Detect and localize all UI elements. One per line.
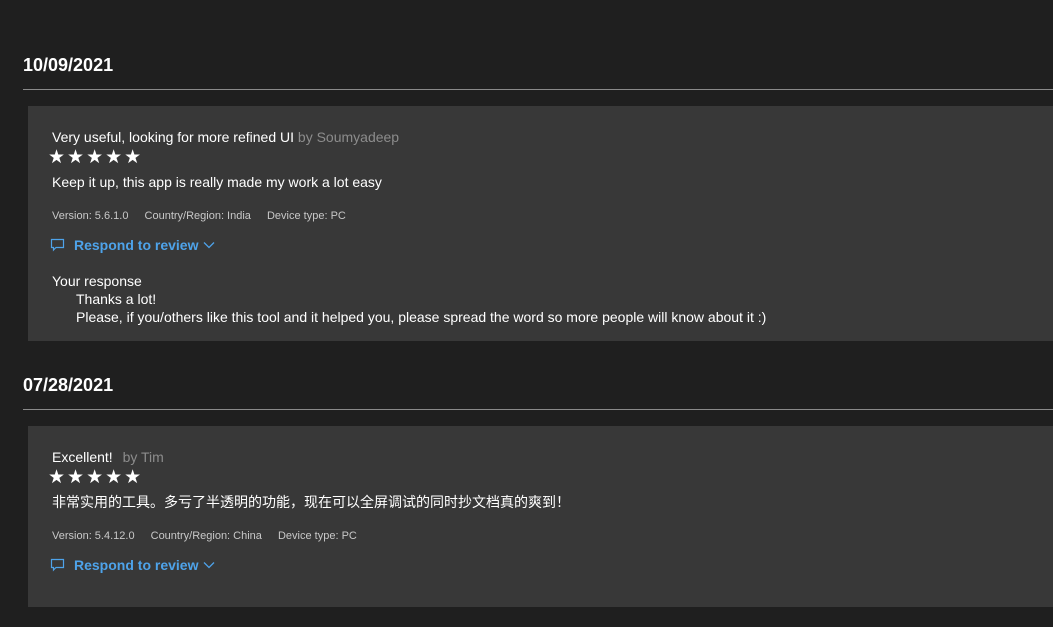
- date-divider: [23, 409, 1053, 410]
- chat-bubble-icon: [50, 558, 65, 572]
- review-body: Keep it up, this app is really made my w…: [52, 174, 382, 190]
- respond-label: Respond to review: [74, 237, 199, 253]
- reviews-page: 10/09/2021 Very useful, looking for more…: [0, 0, 1053, 627]
- chevron-down-icon: [204, 242, 215, 249]
- review-date: 10/09/2021: [23, 55, 114, 75]
- review-title: Excellent!: [52, 449, 113, 465]
- review-title-line: Very useful, looking for more refined UI…: [52, 129, 399, 145]
- review-author: by Tim: [122, 449, 164, 465]
- version-info: Version: 5.6.1.0: [52, 210, 129, 222]
- review-meta: Version: 5.6.1.0 Country/Region: India D…: [52, 210, 359, 222]
- device-info: Device type: PC: [277, 530, 357, 542]
- respond-label: Respond to review: [74, 557, 199, 573]
- review-date: 07/28/2021: [23, 375, 114, 395]
- review-card: Excellent! by Tim ★★★★★ 非常实用的工具。多亏了半透明的功…: [28, 426, 1053, 607]
- response-title: Your response: [52, 273, 142, 289]
- review-title: Very useful, looking for more refined UI: [52, 129, 295, 145]
- review-title-line: Excellent! by Tim: [52, 449, 164, 465]
- chat-bubble-icon: [50, 238, 65, 252]
- review-meta: Version: 5.4.12.0 Country/Region: China …: [52, 530, 370, 542]
- region-info: Country/Region: China: [150, 530, 262, 542]
- star-rating: ★★★★★: [48, 147, 144, 168]
- respond-to-review-button[interactable]: Respond to review: [50, 237, 215, 253]
- review-author: by Soumyadeep: [297, 129, 400, 145]
- response-line: Please, if you/others like this tool and…: [76, 309, 767, 325]
- date-divider: [23, 89, 1053, 90]
- chevron-down-icon: [204, 562, 215, 569]
- review-body: 非常实用的工具。多亏了半透明的功能，现在可以全屏调试的同时抄文档真的爽到！: [52, 494, 570, 510]
- response-line: Thanks a lot!: [76, 291, 157, 307]
- version-info: Version: 5.4.12.0: [52, 530, 135, 542]
- respond-to-review-button[interactable]: Respond to review: [50, 557, 215, 573]
- region-info: Country/Region: India: [144, 210, 251, 222]
- device-info: Device type: PC: [266, 210, 346, 222]
- review-card: Very useful, looking for more refined UI…: [28, 106, 1053, 341]
- star-rating: ★★★★★: [48, 467, 144, 488]
